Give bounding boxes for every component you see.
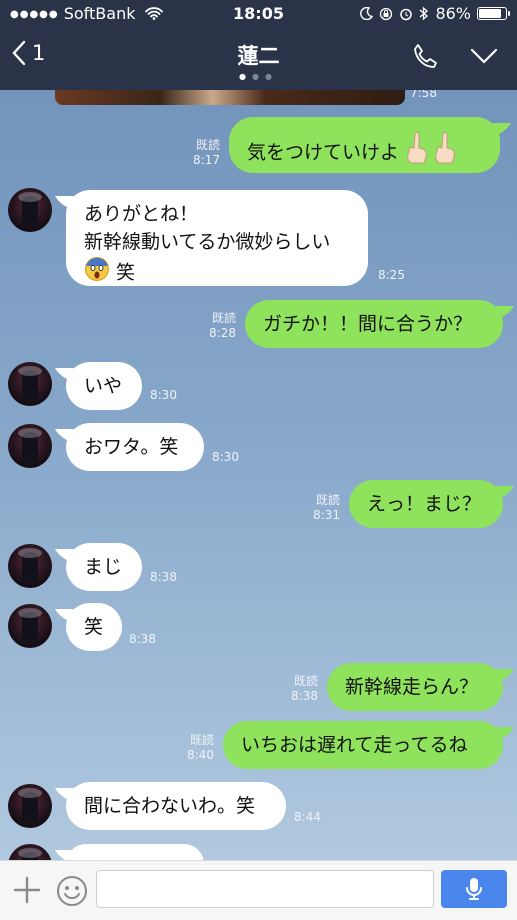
battery-percent: 86% (435, 4, 471, 23)
message-text: ガチか！！間に合うか？ (263, 313, 473, 335)
message-text: まじ (84, 556, 123, 578)
message-text: おワタ。笑 (84, 436, 179, 458)
read-receipt: 既読 8:31 (300, 493, 340, 523)
message-text: いちおは遅れて走ってるね (241, 734, 468, 756)
lock-rotation-icon (380, 7, 393, 20)
mic-icon (466, 878, 482, 900)
incoming-message[interactable]: 笑 (66, 603, 122, 651)
message-time: 8:44 (294, 810, 321, 824)
read-label: 既読 (315, 493, 340, 507)
avatar[interactable] (8, 844, 52, 860)
message-time: 8:38 (129, 632, 156, 646)
read-label: 既読 (195, 138, 220, 152)
header: ●●●●● SoftBank 18:05 86% 1 蓮二 ●●● (0, 0, 517, 90)
outgoing-message[interactable]: いちおは遅れて走ってるね (223, 721, 503, 769)
read-receipt: 既読 8:28 (196, 311, 236, 341)
avatar[interactable] (8, 784, 52, 828)
status-bar: ●●●●● SoftBank 18:05 86% (0, 0, 517, 28)
message-time: 8:17 (193, 153, 220, 167)
read-receipt: 既読 8:17 (180, 138, 220, 168)
incoming-message[interactable] (66, 844, 204, 860)
bluetooth-icon (420, 6, 429, 21)
message-time: 8:38 (150, 570, 177, 584)
incoming-message[interactable]: おワタ。笑 (66, 423, 204, 471)
alarm-icon (400, 8, 413, 20)
mic-button[interactable] (441, 870, 507, 908)
chat-area[interactable]: 7:58 既読 8:17 気をつけていけよ ありがとね！ 新幹線動いてるか微妙らし… (0, 90, 517, 860)
status-right: 86% (360, 4, 510, 23)
battery-icon (477, 7, 510, 20)
read-label: 既読 (293, 674, 318, 688)
message-time: 8:30 (212, 450, 239, 464)
incoming-message[interactable]: ありがとね！ 新幹線動いてるか微妙らしい 笑 (66, 190, 368, 286)
nav-bar: 1 蓮二 ●●● (0, 28, 517, 88)
message-text: いや (84, 375, 123, 397)
chevron-down-icon[interactable] (470, 48, 498, 64)
phone-icon[interactable] (410, 42, 440, 72)
incoming-message[interactable]: いや (66, 362, 142, 410)
message-text: ありがとね！ (84, 203, 199, 225)
avatar[interactable] (8, 362, 52, 406)
outgoing-message[interactable]: ガチか！！間に合うか？ (245, 300, 503, 348)
moon-icon (360, 7, 374, 20)
message-text: 気をつけていけよ (247, 141, 400, 164)
plus-icon[interactable] (12, 875, 42, 905)
message-text: えっ！まじ？ (367, 493, 482, 515)
pointing-up-emoji (405, 131, 465, 175)
message-text: 笑 (84, 616, 104, 638)
incoming-message[interactable]: まじ (66, 543, 142, 591)
message-time: 8:40 (187, 748, 214, 762)
message-time: 8:28 (209, 326, 236, 340)
avatar[interactable] (8, 604, 52, 648)
outgoing-message[interactable]: えっ！まじ？ (349, 480, 503, 528)
avatar[interactable] (8, 544, 52, 588)
outgoing-message[interactable]: 気をつけていけよ (229, 117, 500, 173)
avatar[interactable] (8, 424, 52, 468)
scream-emoji (84, 256, 110, 290)
message-text: 新幹線動いてるか微妙らしい (84, 231, 331, 253)
message-text: 笑 (116, 261, 136, 284)
message-input[interactable] (96, 870, 434, 908)
message-time: 8:38 (291, 689, 318, 703)
avatar[interactable] (8, 188, 52, 232)
message-time: 8:31 (313, 508, 340, 522)
message-text: 間に合わないわ。笑 (84, 795, 256, 817)
message-time: 7:58 (410, 90, 437, 100)
read-label: 既読 (211, 311, 236, 325)
outgoing-message[interactable]: 新幹線走らん？ (327, 663, 503, 711)
battery-level (479, 9, 502, 18)
incoming-message[interactable]: 間に合わないわ。笑 (66, 782, 286, 830)
read-receipt: 既読 8:40 (174, 733, 214, 763)
read-label: 既読 (189, 733, 214, 747)
message-time: 8:25 (378, 268, 405, 282)
message-text: 新幹線走らん？ (345, 676, 479, 698)
smile-icon[interactable] (56, 875, 88, 907)
message-time: 8:30 (150, 388, 177, 402)
page-indicator: ●●● (239, 72, 278, 81)
photo-message[interactable] (55, 90, 405, 105)
read-receipt: 既読 8:38 (278, 674, 318, 704)
input-bar (0, 860, 517, 920)
